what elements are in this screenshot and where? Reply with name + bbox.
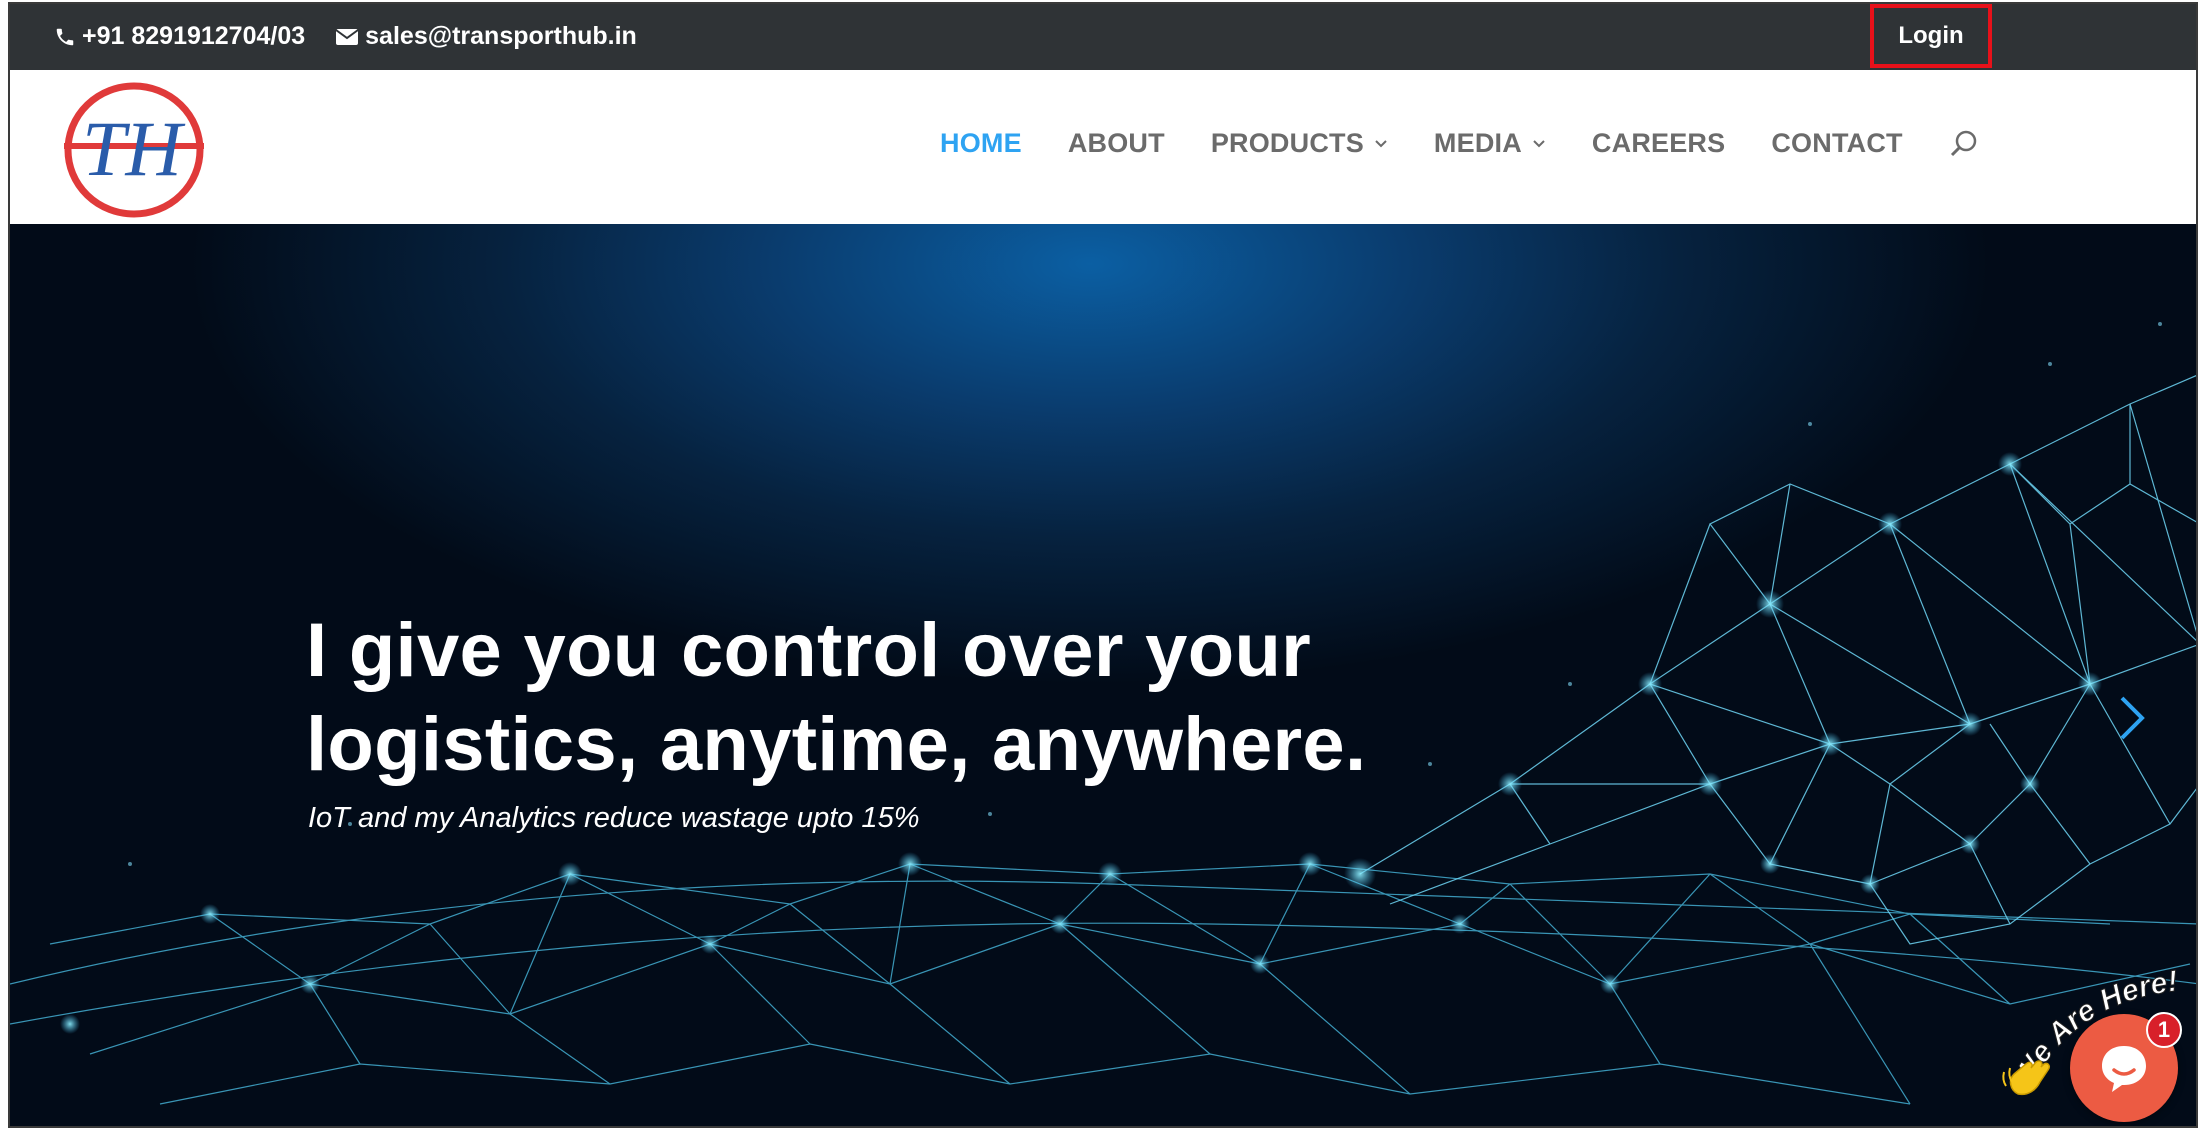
nav-products-label: PRODUCTS <box>1210 128 1364 158</box>
nav-media[interactable]: MEDIA <box>1434 128 1546 159</box>
main-menu: HOME ABOUT PRODUCTS MEDIA CAREERS CONTAC… <box>940 128 1979 159</box>
site-logo[interactable]: TH <box>60 80 208 220</box>
nav-about-label: ABOUT <box>1067 128 1165 158</box>
nav-about[interactable]: ABOUT <box>1068 128 1165 159</box>
chevron-down-icon <box>1375 139 1387 147</box>
nav-careers-label: CAREERS <box>1591 128 1726 158</box>
nav-media-label: MEDIA <box>1433 128 1522 158</box>
nav-home[interactable]: HOME <box>940 128 1022 159</box>
envelope-icon <box>335 28 359 45</box>
nav-home-label: HOME <box>940 128 1022 158</box>
hero-subline: IoT and my Analytics reduce wastage upto… <box>308 802 920 834</box>
nav-careers[interactable]: CAREERS <box>1592 128 1725 159</box>
browser-viewport: +91 8291912704/03 sales@transporthub.in … <box>8 2 2198 1128</box>
hero-slider: I give you control over your logistics, … <box>10 224 2196 1126</box>
search-icon[interactable] <box>1949 129 1979 159</box>
login-button[interactable]: Login <box>1870 4 1992 68</box>
phone-number: +91 8291912704/03 <box>82 22 306 50</box>
chat-bubble-icon <box>2102 1046 2146 1092</box>
nav-contact[interactable]: CONTACT <box>1771 128 1902 159</box>
chevron-right-icon[interactable] <box>2116 694 2148 742</box>
nav-contact-label: CONTACT <box>1771 128 1903 158</box>
chevron-down-icon <box>1533 139 1545 147</box>
email-address: sales@transporthub.in <box>365 22 637 50</box>
headline-line-1: I give you control over your <box>306 608 1312 693</box>
phone-contact[interactable]: +91 8291912704/03 <box>54 22 305 51</box>
logo-text: TH <box>82 105 185 192</box>
main-header: TH HOME ABOUT PRODUCTS MEDIA CAREERS CON… <box>10 70 2196 224</box>
nav-products[interactable]: PRODUCTS <box>1211 128 1388 159</box>
login-label: Login <box>1898 22 1964 49</box>
phone-icon <box>56 28 74 45</box>
waving-hand-icon <box>2002 1060 2050 1096</box>
unread-count-badge: 1 <box>2146 1012 2182 1048</box>
hero-headline: I give you control over your logistics, … <box>306 604 1366 792</box>
contact-info: +91 8291912704/03 sales@transporthub.in <box>54 22 667 51</box>
email-contact[interactable]: sales@transporthub.in <box>335 22 637 51</box>
headline-line-2: logistics, anytime, anywhere. <box>306 702 1367 787</box>
top-bar: +91 8291912704/03 sales@transporthub.in … <box>10 4 2196 70</box>
